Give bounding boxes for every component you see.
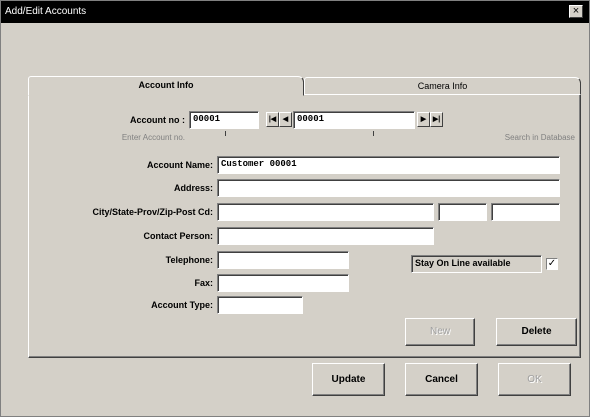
add-edit-accounts-window: Add/Edit Accounts × Account Info Camera … (0, 0, 590, 417)
close-icon[interactable]: × (569, 5, 583, 18)
next-record-button[interactable]: ▶ (417, 112, 430, 127)
state-input[interactable] (438, 203, 487, 221)
contact-person-label: Contact Person: (143, 231, 213, 241)
update-button[interactable]: Update (312, 363, 385, 396)
new-button[interactable]: New (405, 318, 475, 346)
account-type-input[interactable] (217, 296, 303, 314)
telephone-label: Telephone: (165, 255, 213, 265)
search-caption: Search in Database (504, 133, 575, 142)
search-tick (373, 131, 374, 136)
title-bar: Add/Edit Accounts × (1, 1, 589, 23)
address-input[interactable] (217, 179, 560, 197)
account-info-panel: Account no : 00001 Enter Account no. |◀ … (28, 94, 581, 358)
prev-record-button[interactable]: ◀ (279, 112, 292, 127)
address-label: Address: (173, 183, 213, 193)
cancel-button[interactable]: Cancel (405, 363, 478, 396)
tab-account-info[interactable]: Account Info (28, 76, 304, 96)
window-title: Add/Edit Accounts (5, 6, 87, 17)
delete-button[interactable]: Delete (496, 318, 577, 346)
stay-online-checkbox[interactable]: ✓ (546, 258, 558, 270)
telephone-input[interactable] (217, 251, 349, 269)
account-name-input[interactable]: Customer 00001 (217, 156, 560, 174)
fax-label: Fax: (194, 278, 213, 288)
fax-input[interactable] (217, 274, 349, 292)
last-record-button[interactable]: ▶| (430, 112, 443, 127)
enter-account-caption: Enter Account no. (121, 133, 185, 142)
city-state-zip-label: City/State-Prov/Zip-Post Cd: (92, 207, 213, 217)
account-no-input[interactable]: 00001 (189, 111, 259, 129)
tab-control: Account Info Camera Info Account no : 00… (28, 76, 581, 358)
ok-button[interactable]: OK (498, 363, 571, 396)
contact-person-input[interactable] (217, 227, 434, 245)
account-name-label: Account Name: (146, 160, 213, 170)
account-type-label: Account Type: (151, 300, 213, 310)
account-no-label: Account no : (130, 115, 185, 125)
zip-input[interactable] (491, 203, 560, 221)
record-navigator-input[interactable]: 00001 (293, 111, 415, 129)
stay-online-label: Stay On Line available (411, 255, 542, 273)
enter-account-tick (225, 131, 226, 136)
first-record-button[interactable]: |◀ (266, 112, 279, 127)
tab-camera-info[interactable]: Camera Info (304, 77, 581, 95)
city-input[interactable] (217, 203, 434, 221)
